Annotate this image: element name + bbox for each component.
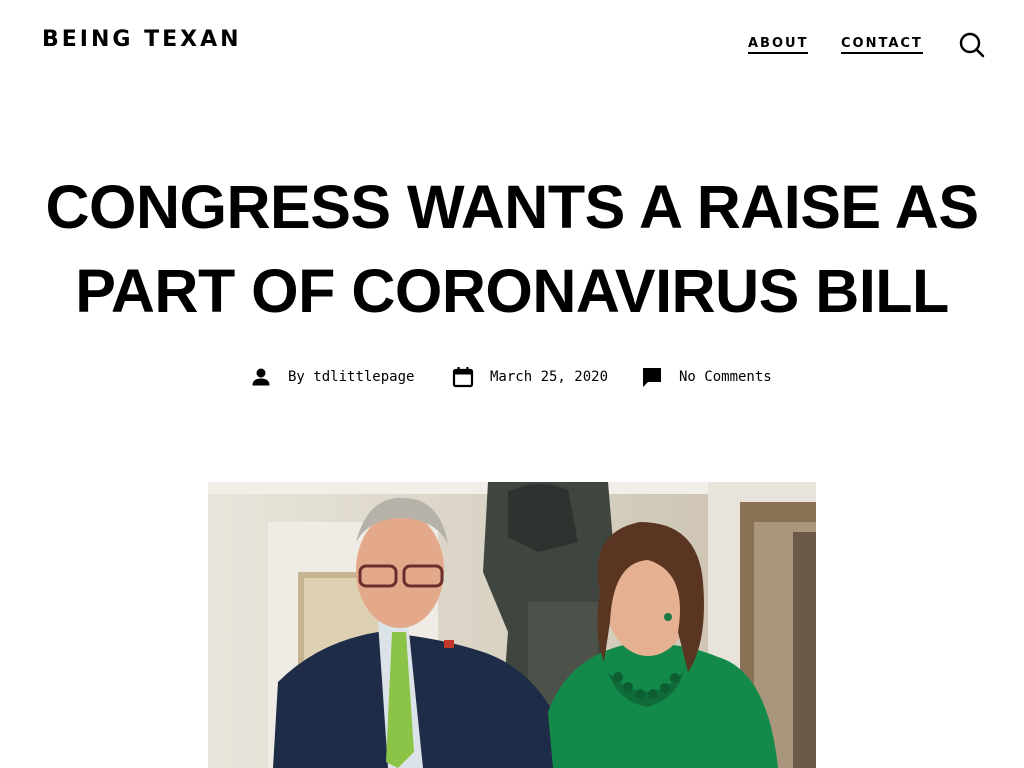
featured-image xyxy=(208,482,816,768)
nav-contact-link[interactable]: CONTACT xyxy=(841,36,923,54)
post-date: March 25, 2020 xyxy=(452,364,608,390)
person-icon xyxy=(252,368,270,386)
author-link[interactable]: tdlittlepage xyxy=(313,369,414,385)
featured-image-illustration xyxy=(208,482,816,768)
post-title-line-1: CONGRESS WANTS A RAISE AS xyxy=(45,173,979,241)
search-toggle-button[interactable] xyxy=(958,31,986,59)
site-header: BEING TEXAN ABOUT CONTACT xyxy=(0,0,1024,90)
site-title-link[interactable]: BEING TEXAN xyxy=(42,27,242,52)
nav-about-link[interactable]: ABOUT xyxy=(748,36,809,54)
date-link[interactable]: March 25, 2020 xyxy=(490,369,608,385)
comment-icon xyxy=(643,368,661,387)
post-title-line-2: PART OF CORONAVIRUS BILL xyxy=(75,257,949,325)
post-title: CONGRESS WANTS A RAISE AS PART OF CORONA… xyxy=(0,165,1024,333)
comments-link[interactable]: No Comments xyxy=(679,369,772,385)
calendar-icon xyxy=(452,367,474,388)
author-prefix: By xyxy=(288,369,305,385)
post-comments: No Comments xyxy=(641,364,772,390)
post-author: By tdlittlepage xyxy=(250,364,414,390)
search-icon xyxy=(959,32,985,58)
